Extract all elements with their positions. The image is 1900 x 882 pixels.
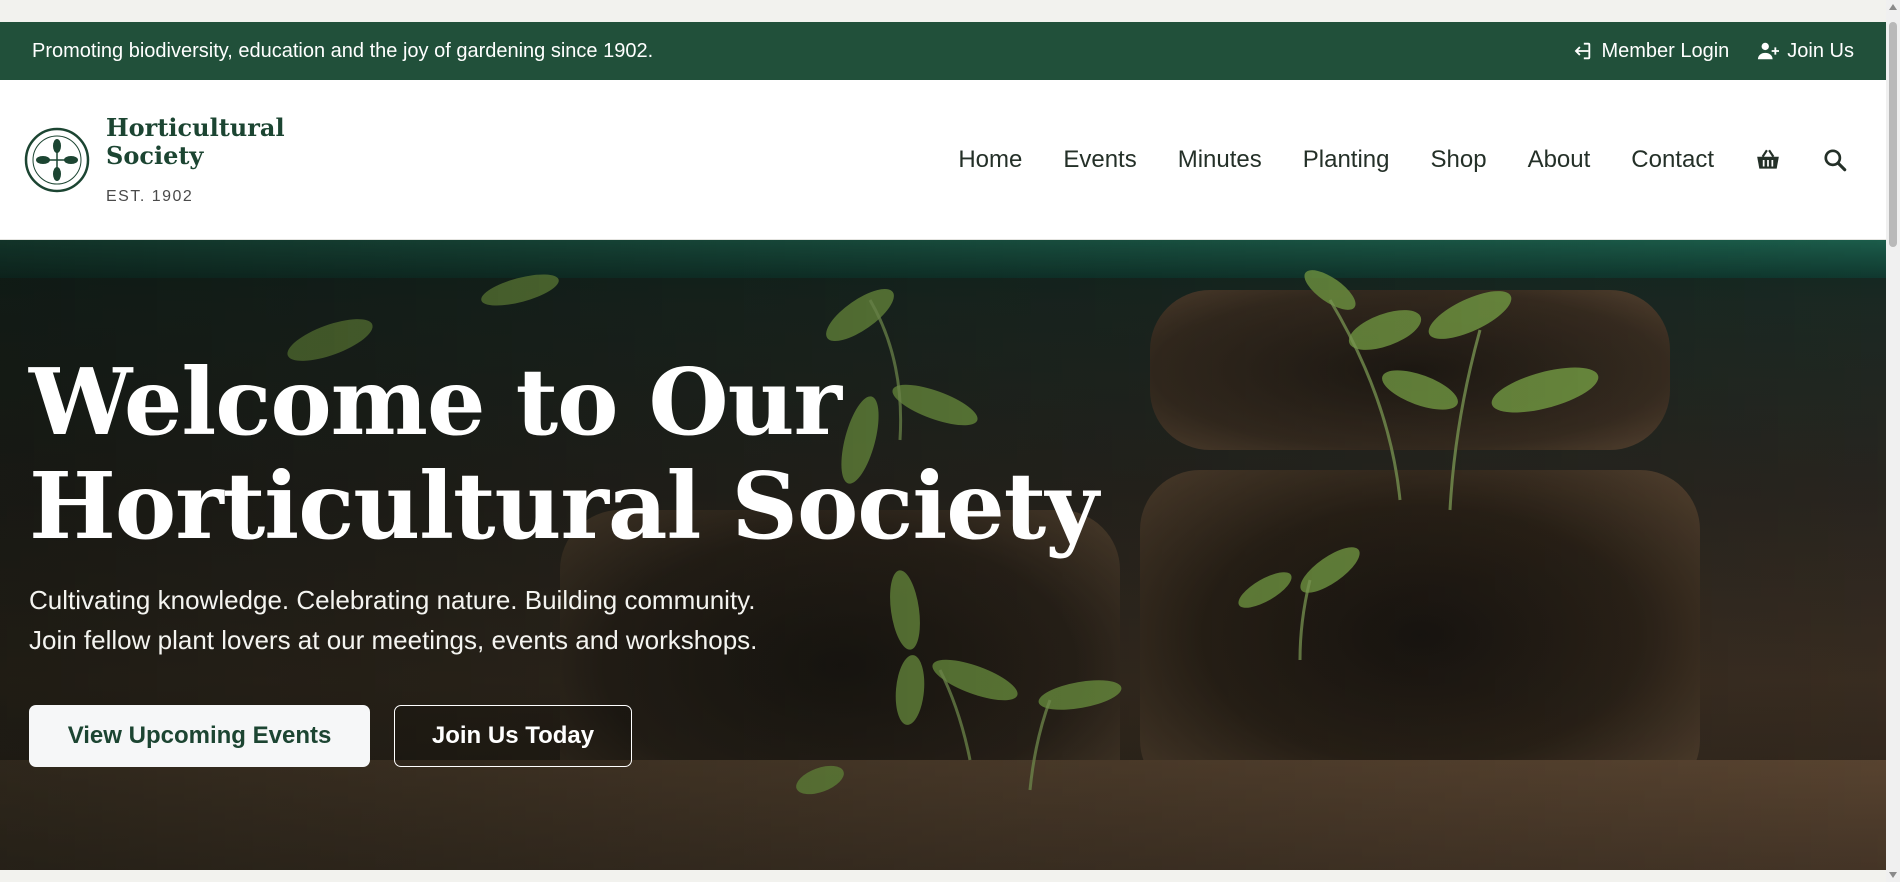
hero-buttons: View Upcoming Events Join Us Today bbox=[29, 705, 1098, 767]
search-button[interactable] bbox=[1822, 147, 1848, 173]
scroll-down-arrow-icon[interactable] bbox=[1889, 872, 1897, 878]
brand-text: Horticultural Society EST. 1902 bbox=[106, 112, 285, 206]
brand-established: EST. 1902 bbox=[106, 187, 194, 205]
society-logo-icon bbox=[24, 127, 90, 192]
user-plus-icon bbox=[1758, 42, 1780, 60]
top-links: Member Login Join Us bbox=[1571, 40, 1854, 63]
page: Promoting biodiversity, education and th… bbox=[0, 22, 1886, 870]
member-login-label: Member Login bbox=[1601, 39, 1730, 62]
member-login-link[interactable]: Member Login bbox=[1571, 40, 1729, 63]
nav-about[interactable]: About bbox=[1528, 146, 1591, 174]
join-us-label: Join Us bbox=[1787, 39, 1854, 62]
nav-contact[interactable]: Contact bbox=[1631, 146, 1714, 174]
tagline: Promoting biodiversity, education and th… bbox=[32, 39, 654, 62]
site-header: Horticultural Society EST. 1902 Home Eve… bbox=[0, 80, 1886, 240]
basket-icon bbox=[1757, 149, 1779, 169]
hero-content: Welcome to Our Horticultural Society Cul… bbox=[29, 348, 1099, 767]
nav-minutes[interactable]: Minutes bbox=[1178, 146, 1262, 174]
nav-shop[interactable]: Shop bbox=[1431, 146, 1487, 174]
view-upcoming-events-button[interactable]: View Upcoming Events bbox=[29, 705, 370, 767]
hero-banner: Welcome to Our Horticultural Society Cul… bbox=[0, 240, 1886, 870]
join-us-link[interactable]: Join Us bbox=[1757, 40, 1854, 63]
top-bar: Promoting biodiversity, education and th… bbox=[0, 22, 1886, 80]
nav-home[interactable]: Home bbox=[958, 146, 1022, 174]
brand-name: Horticultural Society bbox=[106, 112, 285, 170]
hero-title-line2: Horticultural Society bbox=[29, 452, 1099, 560]
search-icon bbox=[1824, 148, 1847, 171]
hero-title: Welcome to Our Horticultural Society bbox=[29, 348, 1099, 560]
nav-events[interactable]: Events bbox=[1063, 146, 1136, 174]
main-nav: Home Events Minutes Planting Shop About … bbox=[958, 146, 1848, 174]
scrollbar-thumb[interactable] bbox=[1889, 22, 1897, 247]
hero-title-line1: Welcome to Our bbox=[29, 348, 842, 456]
hero-subtitle-line1: Cultivating knowledge. Celebrating natur… bbox=[29, 585, 756, 615]
hero-subtitle: Cultivating knowledge. Celebrating natur… bbox=[29, 580, 1098, 660]
nav-planting[interactable]: Planting bbox=[1303, 146, 1390, 174]
vertical-scrollbar[interactable] bbox=[1886, 0, 1900, 882]
sign-in-icon bbox=[1575, 42, 1591, 60]
join-us-today-button[interactable]: Join Us Today bbox=[394, 705, 632, 767]
scroll-up-arrow-icon[interactable] bbox=[1889, 4, 1897, 10]
brand-logo-link[interactable]: Horticultural Society EST. 1902 bbox=[24, 112, 285, 206]
cart-button[interactable] bbox=[1755, 147, 1781, 173]
hero-subtitle-line2: Join fellow plant lovers at our meetings… bbox=[29, 625, 758, 655]
